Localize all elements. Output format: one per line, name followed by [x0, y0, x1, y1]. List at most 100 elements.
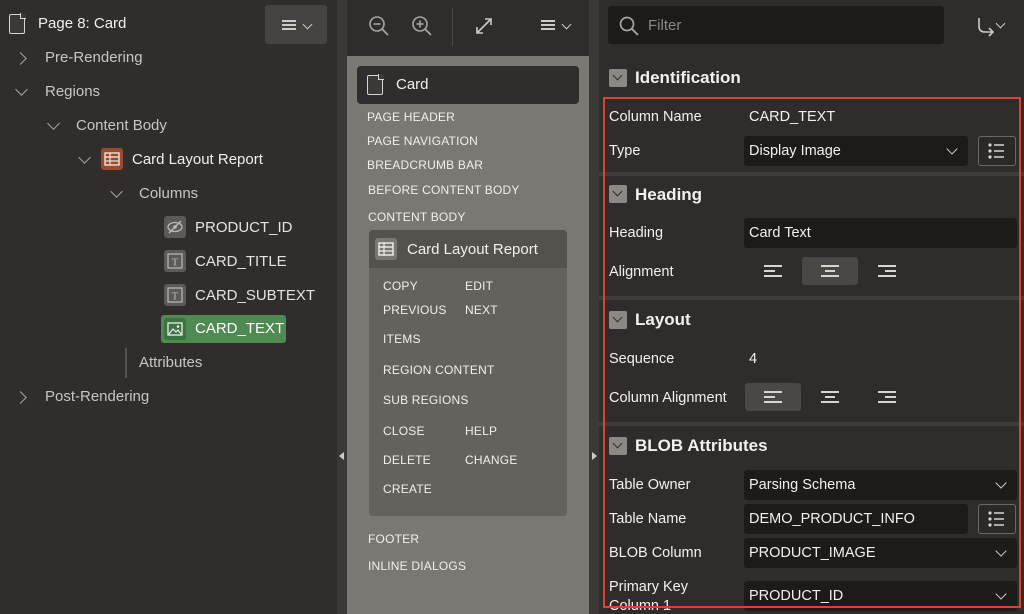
position-breadcrumb-bar[interactable]: BREADCRUMB BAR — [367, 158, 483, 172]
tree-menu-button[interactable] — [265, 5, 327, 44]
tree-node-columns[interactable]: Columns — [139, 180, 198, 208]
primary-key-select[interactable]: PRODUCT_ID — [744, 581, 1017, 611]
chevron-down-icon[interactable] — [110, 185, 123, 198]
list-icon — [988, 143, 1004, 159]
heading-label: Heading — [609, 225, 664, 241]
alignment-label: Alignment — [609, 264, 674, 280]
tree-node-card-layout-report[interactable]: Card Layout Report — [132, 146, 263, 174]
tree-node-card-title[interactable]: CARD_TITLE — [195, 248, 287, 276]
chevron-down-icon — [302, 19, 313, 30]
chevron-down-icon[interactable] — [15, 83, 28, 96]
column-align-right-button[interactable] — [859, 383, 915, 411]
tree-node-post-rendering[interactable]: Post-Rendering — [45, 383, 149, 411]
layout-page-card[interactable]: Card — [357, 66, 579, 104]
layout-region-card-layout-report[interactable]: Card Layout Report COPY EDIT PREVIOUS NE… — [369, 230, 567, 516]
slot-edit[interactable]: EDIT — [465, 279, 493, 293]
zoom-in-icon[interactable] — [410, 14, 434, 38]
chevron-down-icon[interactable] — [78, 151, 91, 164]
position-page-header[interactable]: PAGE HEADER — [367, 110, 455, 124]
position-inline-dialogs[interactable]: INLINE DIALOGS — [368, 559, 466, 573]
collapse-icon[interactable] — [609, 437, 627, 455]
section-title: BLOB Attributes — [635, 436, 768, 455]
column-alignment-label: Column Alignment — [609, 390, 727, 406]
slot-help[interactable]: HELP — [465, 424, 497, 438]
expand-icon[interactable] — [473, 15, 495, 37]
right-splitter[interactable] — [589, 0, 599, 614]
layout-toolbar — [347, 0, 589, 56]
tree-node-content-body[interactable]: Content Body — [76, 112, 167, 140]
column-align-left-button[interactable] — [745, 383, 801, 411]
zoom-out-icon[interactable] — [367, 14, 391, 38]
section-blob-attributes[interactable]: BLOB Attributes — [599, 426, 1024, 464]
align-left-button[interactable] — [745, 257, 801, 285]
section-heading[interactable]: Heading — [599, 176, 1024, 214]
sequence-value[interactable]: 4 — [749, 351, 757, 367]
slot-next[interactable]: NEXT — [465, 303, 498, 317]
position-footer[interactable]: FOOTER — [368, 532, 419, 546]
layout-pane: Card PAGE HEADER PAGE NAVIGATION BREADCR… — [347, 0, 589, 614]
layout-page-label: Card — [396, 76, 429, 93]
type-label: Type — [609, 143, 641, 159]
column-name-label: Column Name — [609, 109, 702, 125]
tree-node-card-text-selected[interactable]: CARD_TEXT — [161, 315, 286, 343]
slot-previous[interactable]: PREVIOUS — [383, 303, 447, 317]
chevron-down-icon[interactable] — [47, 117, 60, 130]
layout-menu-button[interactable] — [527, 5, 583, 45]
svg-text:T: T — [172, 291, 179, 303]
list-icon — [988, 511, 1004, 527]
table-owner-label: Table Owner — [609, 477, 691, 493]
section-layout[interactable]: Layout — [599, 300, 1024, 338]
table-name-input[interactable]: DEMO_PRODUCT_INFO — [744, 504, 968, 534]
table-name-value: DEMO_PRODUCT_INFO — [749, 511, 915, 527]
image-column-icon — [164, 318, 186, 340]
tree-node-attributes[interactable]: Attributes — [139, 349, 202, 377]
go-to-group-icon[interactable] — [975, 14, 999, 38]
slot-sub-regions[interactable]: SUB REGIONS — [383, 393, 469, 407]
position-before-content-body[interactable]: BEFORE CONTENT BODY — [368, 183, 520, 197]
slot-change[interactable]: CHANGE — [465, 453, 518, 467]
slot-delete[interactable]: DELETE — [383, 453, 431, 467]
sequence-label: Sequence — [609, 351, 675, 367]
table-name-list-button[interactable] — [978, 504, 1016, 534]
region-header[interactable]: Card Layout Report — [369, 230, 567, 268]
column-name-value: CARD_TEXT — [749, 109, 836, 125]
blob-column-select[interactable]: PRODUCT_IMAGE — [744, 538, 1017, 568]
table-owner-select[interactable]: Parsing Schema — [744, 470, 1017, 500]
slot-region-content[interactable]: REGION CONTENT — [383, 363, 494, 377]
align-left-icon — [764, 265, 782, 277]
slot-close[interactable]: CLOSE — [383, 424, 425, 438]
column-align-center-button[interactable] — [802, 383, 858, 411]
align-right-button[interactable] — [859, 257, 915, 285]
toolbar-separator — [452, 8, 453, 46]
hidden-column-icon — [164, 216, 186, 238]
collapse-icon[interactable] — [609, 69, 627, 87]
collapse-icon[interactable] — [609, 185, 627, 203]
chevron-right-icon[interactable] — [14, 391, 27, 404]
chevron-right-icon[interactable] — [14, 52, 27, 65]
collapse-left-icon[interactable] — [339, 452, 344, 460]
slot-create[interactable]: CREATE — [383, 482, 432, 496]
chevron-down-icon — [561, 19, 572, 30]
slot-items[interactable]: ITEMS — [383, 332, 421, 346]
collapse-right-icon[interactable] — [592, 452, 597, 460]
tree-node-card-subtext[interactable]: CARD_SUBTEXT — [195, 282, 315, 310]
tree-node-pre-rendering[interactable]: Pre-Rendering — [45, 44, 143, 72]
rendering-tree-pane: Page 8: Card Pre-Rendering Regions Conte… — [0, 0, 337, 614]
position-content-body[interactable]: CONTENT BODY — [368, 210, 466, 224]
position-page-navigation[interactable]: PAGE NAVIGATION — [367, 134, 478, 148]
section-identification[interactable]: Identification — [599, 58, 1024, 96]
tree-node-regions[interactable]: Regions — [45, 78, 100, 106]
section-title: Identification — [635, 68, 741, 87]
page-title[interactable]: Page 8: Card — [38, 10, 126, 38]
filter-input[interactable]: Filter — [608, 6, 944, 44]
type-list-button[interactable] — [978, 136, 1016, 166]
tree-node-product-id[interactable]: PRODUCT_ID — [195, 214, 293, 242]
align-center-icon — [821, 265, 839, 277]
align-center-button[interactable] — [802, 257, 858, 285]
heading-input[interactable]: Card Text — [744, 218, 1017, 248]
left-splitter[interactable] — [337, 0, 347, 614]
search-icon — [619, 16, 639, 36]
slot-copy[interactable]: COPY — [383, 279, 418, 293]
collapse-icon[interactable] — [609, 311, 627, 329]
type-select[interactable]: Display Image — [744, 136, 968, 166]
